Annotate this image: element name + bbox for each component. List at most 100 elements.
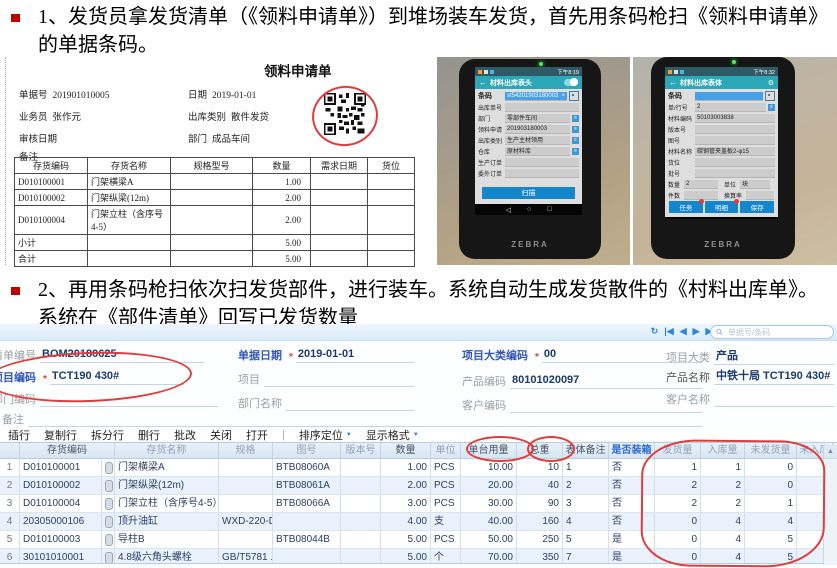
- grid-body: 1 D010100001 门架横梁A BTB08060A 1.00 PCS 10…: [0, 459, 837, 564]
- text-field[interactable]: [695, 169, 775, 178]
- col-header[interactable]: 存货名称: [115, 443, 219, 458]
- col-header[interactable]: 单台用量: [461, 443, 517, 458]
- nav-home-icon[interactable]: ○: [527, 206, 531, 213]
- menu-icon[interactable]: ≡: [572, 126, 579, 133]
- chevron-down-icon: ▼: [346, 432, 352, 438]
- doc-date-field[interactable]: 单据日期*2019-01-01: [238, 347, 414, 363]
- split-row-button[interactable]: 拆分行: [91, 427, 124, 443]
- insert-row-button[interactable]: 插行: [8, 427, 30, 443]
- col-header[interactable]: 数量: [381, 443, 431, 458]
- text-field[interactable]: [695, 136, 775, 145]
- sort-locate-dropdown[interactable]: 排序定位▼: [299, 427, 352, 443]
- device-screen: 下午8:32 ← 材料出库表体 ⚙ 条码 单/行号2≡ 材料编码50103003…: [665, 67, 778, 219]
- project-code-field[interactable]: 项目编码*TCT190 430#: [0, 369, 184, 385]
- text-field[interactable]: 生产主材领用: [505, 136, 570, 145]
- attachment-icon[interactable]: [105, 516, 113, 528]
- col-header[interactable]: 规格: [219, 443, 273, 458]
- rate-field[interactable]: [746, 191, 774, 200]
- attachment-icon[interactable]: [105, 552, 113, 564]
- text-field[interactable]: [695, 125, 775, 134]
- category-name-field[interactable]: 项目大类产品: [666, 347, 834, 365]
- batch-edit-button[interactable]: 批改: [174, 427, 196, 443]
- text-field[interactable]: 2: [695, 103, 766, 112]
- list-no-field[interactable]: 清单编号BOM20180625: [0, 347, 204, 363]
- table-row[interactable]: 6 30101010001 4.8级六角头螺栓 GB/T5781 ... 5.0…: [0, 549, 837, 564]
- menu-icon[interactable]: ≡: [768, 104, 775, 111]
- attachment-icon[interactable]: [105, 498, 113, 510]
- detail-button[interactable]: 明细: [705, 201, 739, 213]
- col-header[interactable]: 是否装箱: [609, 443, 655, 458]
- required-mark: *: [535, 352, 539, 363]
- text-field[interactable]: [505, 103, 579, 112]
- tasks-button[interactable]: 任务: [669, 201, 703, 213]
- save-button[interactable]: 保存: [740, 201, 774, 213]
- attachment-icon[interactable]: [105, 480, 113, 492]
- nav-back-icon[interactable]: ◁: [506, 206, 511, 214]
- barcode-row: 条码: [668, 91, 775, 101]
- col-header[interactable]: 图号: [273, 443, 341, 458]
- text-field[interactable]: 原材料库: [505, 147, 570, 156]
- back-arrow-icon[interactable]: ←: [669, 78, 677, 87]
- copy-row-button[interactable]: 复制行: [44, 427, 77, 443]
- table-row[interactable]: 4 20305000106 顶升油缸 WXD-220-D 4.00 支 40.0…: [0, 513, 837, 531]
- scan-icon[interactable]: [569, 91, 579, 101]
- scan-button[interactable]: 扫描: [482, 187, 575, 199]
- attachment-icon[interactable]: [105, 462, 113, 474]
- col-header[interactable]: 版本号: [341, 443, 381, 458]
- text-field[interactable]: 零部件车间: [505, 114, 570, 123]
- open-button[interactable]: 打开: [246, 427, 268, 443]
- clear-icon[interactable]: ×: [561, 93, 565, 99]
- scroll-up-icon[interactable]: ▲: [824, 445, 837, 459]
- attachment-icon[interactable]: [105, 534, 113, 546]
- toggle-switch[interactable]: [564, 79, 578, 86]
- prev-record-icon[interactable]: ◀: [680, 326, 687, 337]
- next-record-icon[interactable]: ▶: [693, 326, 700, 337]
- nav-recent-icon[interactable]: □: [547, 206, 551, 213]
- text-field[interactable]: [505, 158, 579, 167]
- dept-name-field[interactable]: 部门名称: [238, 395, 414, 411]
- badge: [699, 199, 704, 204]
- menu-icon[interactable]: ≡: [572, 137, 579, 144]
- nav-back-icon[interactable]: ◁: [699, 219, 704, 220]
- text-field[interactable]: [695, 158, 775, 167]
- text-field[interactable]: [505, 169, 579, 178]
- tools-icon[interactable]: ⚙: [768, 79, 774, 87]
- col-header[interactable]: 表体备注: [563, 443, 609, 458]
- close-button[interactable]: 关闭: [210, 427, 232, 443]
- refresh-icon[interactable]: ↻: [651, 326, 659, 337]
- first-record-icon[interactable]: |◀: [664, 326, 673, 337]
- menu-icon[interactable]: ≡: [572, 148, 579, 155]
- table-row[interactable]: 1 D010100001 门架横梁A BTB08060A 1.00 PCS 10…: [0, 459, 837, 477]
- display-format-dropdown[interactable]: 显示格式▼: [366, 427, 419, 443]
- unit-field[interactable]: 块: [740, 180, 770, 189]
- android-nav-bar: ◁ ○ □: [665, 217, 778, 219]
- menu-icon[interactable]: ≡: [572, 115, 579, 122]
- scanner-photo-1: 下午8:19 ← 材料出库表头 条码 st54201903180003 × 出库…: [437, 57, 630, 265]
- col-header[interactable]: 总重: [517, 443, 563, 458]
- col-header[interactable]: 入库量: [701, 443, 745, 458]
- qty-field[interactable]: 2: [684, 180, 718, 189]
- table-row: D010100001门架横梁A1.00: [15, 174, 415, 190]
- text-field[interactable]: 201903180003: [505, 125, 570, 134]
- table-row[interactable]: 5 D010100003 导柱B BTB08044B 5.00 PCS 50.0…: [0, 531, 837, 549]
- col-header[interactable]: 单位: [431, 443, 461, 458]
- product-name-field[interactable]: 产品名称中铁十局 TCT190 430#: [666, 367, 834, 385]
- project-name-field[interactable]: 项目: [238, 371, 414, 387]
- table-row[interactable]: 3 D010100004 门架立柱（含序号4-5） BTB08066A 3.00…: [0, 495, 837, 513]
- col-header[interactable]: 发货量: [655, 443, 701, 458]
- delete-row-button[interactable]: 删行: [138, 427, 160, 443]
- table-row[interactable]: 2 D010100002 门架纵梁(12m) BTB08061A 2.00 PC…: [0, 477, 837, 495]
- col-header[interactable]: 存货编码: [20, 443, 115, 458]
- customer-name-field[interactable]: 客户名称: [666, 391, 834, 407]
- text-field[interactable]: 50103003838: [695, 114, 775, 123]
- text-field[interactable]: 碳钢管夹盖板2-φ15: [695, 147, 775, 156]
- vertical-scrollbar[interactable]: ▲: [823, 445, 837, 565]
- barcode-input[interactable]: [695, 92, 763, 101]
- dept-code-field[interactable]: 部门编码: [0, 391, 218, 407]
- back-arrow-icon[interactable]: ←: [479, 78, 487, 87]
- barcode-input[interactable]: st54201903180003 ×: [505, 92, 567, 101]
- scan-icon[interactable]: [765, 91, 775, 101]
- note-field[interactable]: 备注: [2, 411, 702, 427]
- search-input[interactable]: [726, 327, 828, 338]
- col-header[interactable]: 未发货量: [745, 443, 797, 458]
